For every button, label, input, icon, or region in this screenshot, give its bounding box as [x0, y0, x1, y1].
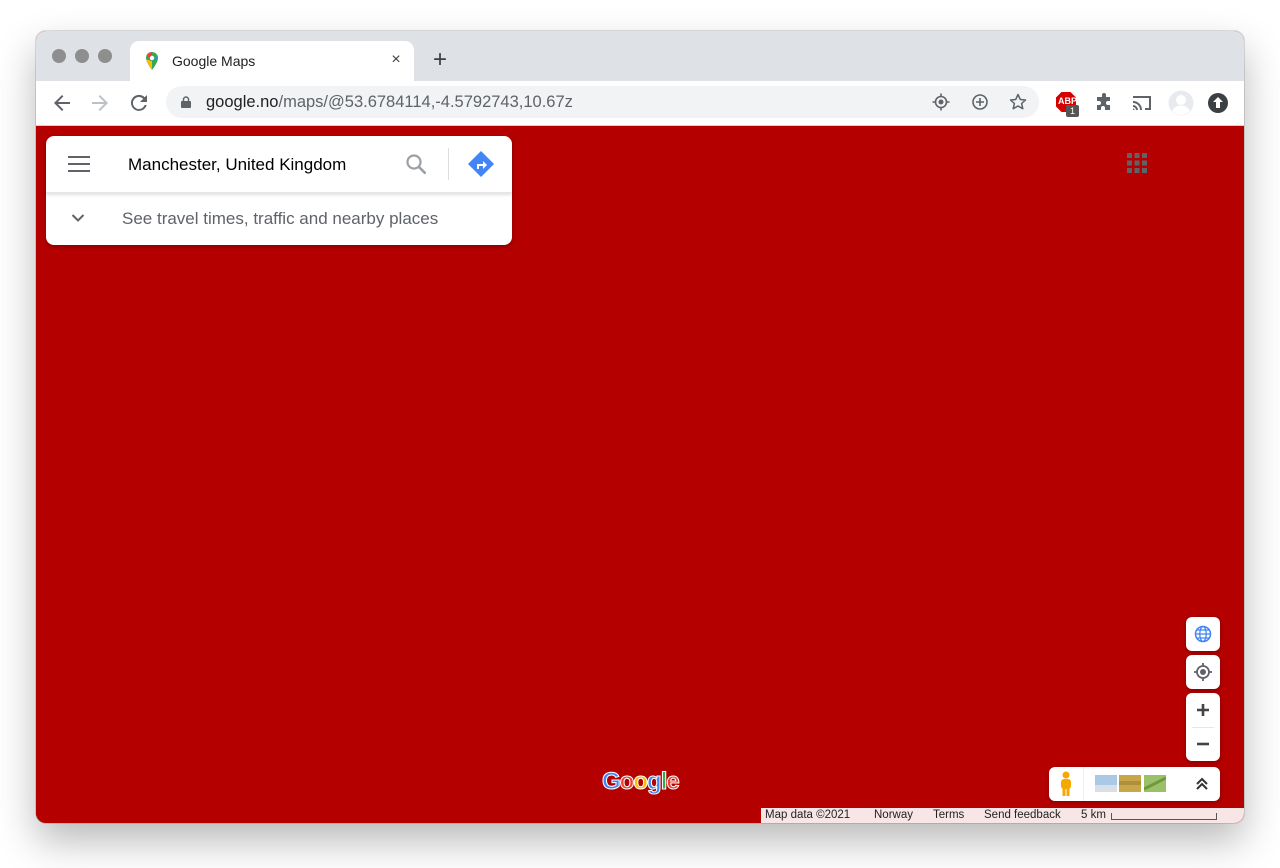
- terrain-thumbnail-icon[interactable]: [1095, 775, 1117, 792]
- satellite-thumbnail-icon[interactable]: [1119, 775, 1141, 792]
- adblock-extension[interactable]: ABP 1: [1055, 91, 1081, 117]
- map-canvas[interactable]: See travel times, traffic and nearby pla…: [36, 126, 1244, 823]
- scale-bar: [1111, 813, 1217, 820]
- layers-divider: [1083, 767, 1084, 801]
- cast-icon[interactable]: [1131, 92, 1153, 114]
- url-host: google.no: [206, 93, 279, 111]
- google-logo-letter: e: [666, 768, 680, 796]
- layers-bar: [1049, 767, 1220, 801]
- adblock-badge: 1: [1066, 105, 1079, 117]
- maximize-window-button[interactable]: [98, 49, 112, 63]
- close-tab-button[interactable]: ×: [386, 50, 406, 70]
- region-link[interactable]: Norway: [874, 809, 913, 821]
- scale-label[interactable]: 5 km: [1081, 809, 1106, 821]
- zoom-controls: [1186, 693, 1220, 761]
- profile-avatar-icon[interactable]: [1168, 90, 1194, 116]
- map-data-text: Map data ©2021: [765, 809, 851, 821]
- tab-title: Google Maps: [172, 53, 256, 69]
- forward-arrow-icon[interactable]: [88, 91, 112, 115]
- terms-link[interactable]: Terms: [933, 809, 964, 821]
- pegman-icon[interactable]: [1057, 771, 1075, 797]
- google-logo-letter: o: [633, 768, 649, 796]
- tab-google-maps[interactable]: Google Maps ×: [130, 41, 414, 81]
- maps-pin-icon: [146, 52, 158, 70]
- search-input[interactable]: [126, 152, 400, 178]
- search-icon[interactable]: [404, 152, 428, 176]
- google-logo: Google: [602, 768, 681, 796]
- hamburger-menu-icon[interactable]: [68, 156, 90, 172]
- travel-hint-row[interactable]: See travel times, traffic and nearby pla…: [46, 193, 512, 245]
- update-icon[interactable]: [1207, 92, 1229, 114]
- search-divider: [448, 148, 449, 180]
- google-logo-letter: o: [619, 768, 635, 796]
- search-row: [46, 136, 512, 193]
- directions-icon[interactable]: [467, 150, 495, 178]
- url-path: /maps/@53.6784114,-4.5792743,10.67z: [278, 93, 573, 111]
- plus-icon: [1197, 704, 1209, 716]
- zoom-in-button[interactable]: [1186, 693, 1220, 727]
- send-feedback-link[interactable]: Send feedback: [984, 809, 1061, 821]
- zoom-out-button[interactable]: [1186, 727, 1220, 761]
- zoom-page-icon[interactable]: [971, 93, 989, 111]
- location-target-icon[interactable]: [932, 93, 950, 111]
- minus-icon: [1197, 742, 1209, 746]
- search-card: See travel times, traffic and nearby pla…: [46, 136, 512, 245]
- new-tab-button[interactable]: +: [428, 48, 452, 72]
- browser-toolbar: google.no/maps/@53.6784114,-4.5792743,10…: [36, 81, 1244, 126]
- browser-window: Google Maps × + google.no/maps/@53.67841…: [36, 31, 1244, 823]
- reload-icon[interactable]: [127, 91, 151, 115]
- traffic-thumbnail-icon[interactable]: [1144, 775, 1166, 792]
- address-bar[interactable]: google.no/maps/@53.6784114,-4.5792743,10…: [166, 86, 1039, 118]
- lock-icon: [181, 96, 191, 108]
- puzzle-extensions-icon[interactable]: [1093, 92, 1115, 114]
- minimize-window-button[interactable]: [75, 49, 89, 63]
- google-logo-letter: g: [647, 768, 663, 796]
- globe-view-button[interactable]: [1186, 617, 1220, 651]
- double-chevron-up-icon[interactable]: [1195, 777, 1209, 791]
- chevron-down-icon: [71, 214, 85, 222]
- travel-hint-text: See travel times, traffic and nearby pla…: [122, 209, 439, 228]
- google-logo-letter: G: [602, 768, 622, 796]
- globe-icon: [1194, 625, 1212, 643]
- close-window-button[interactable]: [52, 49, 66, 63]
- back-arrow-icon[interactable]: [50, 91, 74, 115]
- my-location-icon: [1194, 663, 1212, 681]
- bookmark-star-icon[interactable]: [1009, 93, 1027, 111]
- map-footer: Map data ©2021 Norway Terms Send feedbac…: [761, 808, 1244, 823]
- my-location-button[interactable]: [1186, 655, 1220, 689]
- google-apps-icon[interactable]: [1127, 153, 1147, 173]
- url-text: google.no/maps/@53.6784114,-4.5792743,10…: [206, 93, 573, 112]
- tab-strip: Google Maps × +: [36, 31, 1244, 81]
